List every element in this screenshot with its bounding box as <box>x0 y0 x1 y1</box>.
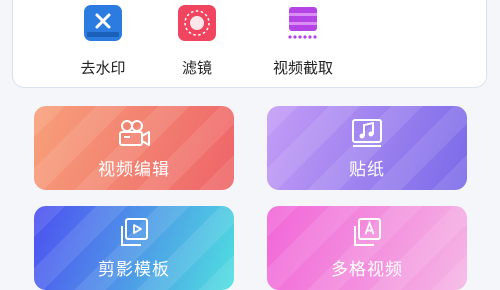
sticker-label: 贴纸 <box>349 160 385 180</box>
clip-template-label: 剪影模板 <box>98 260 170 280</box>
video-trim-icon <box>284 5 322 41</box>
tool-remove-watermark[interactable]: 去水印 <box>53 1 153 78</box>
video-camera-icon <box>119 120 150 146</box>
multi-grid-icon <box>354 218 381 246</box>
watermark-remove-icon <box>84 5 122 41</box>
multi-grid-video-card[interactable]: 多格视频 <box>267 206 467 290</box>
video-edit-card[interactable]: 视频编辑 <box>34 106 234 190</box>
sticker-music-icon <box>352 119 382 147</box>
filter-icon <box>178 5 216 41</box>
tool-remove-watermark-label: 去水印 <box>80 59 126 77</box>
tool-video-trim[interactable]: 视频截取 <box>253 1 353 78</box>
clip-template-card[interactable]: 剪影模板 <box>34 206 234 290</box>
tool-video-trim-label: 视频截取 <box>272 59 333 77</box>
tool-filter-label: 滤镜 <box>181 59 212 77</box>
template-play-icon <box>121 218 148 246</box>
multi-grid-video-label: 多格视频 <box>331 260 403 280</box>
tool-filter[interactable]: 滤镜 <box>147 1 247 78</box>
video-edit-label: 视频编辑 <box>98 160 170 180</box>
sticker-card[interactable]: 贴纸 <box>267 106 467 190</box>
tools-panel: 去水印 滤镜 视频截取 <box>12 0 487 88</box>
